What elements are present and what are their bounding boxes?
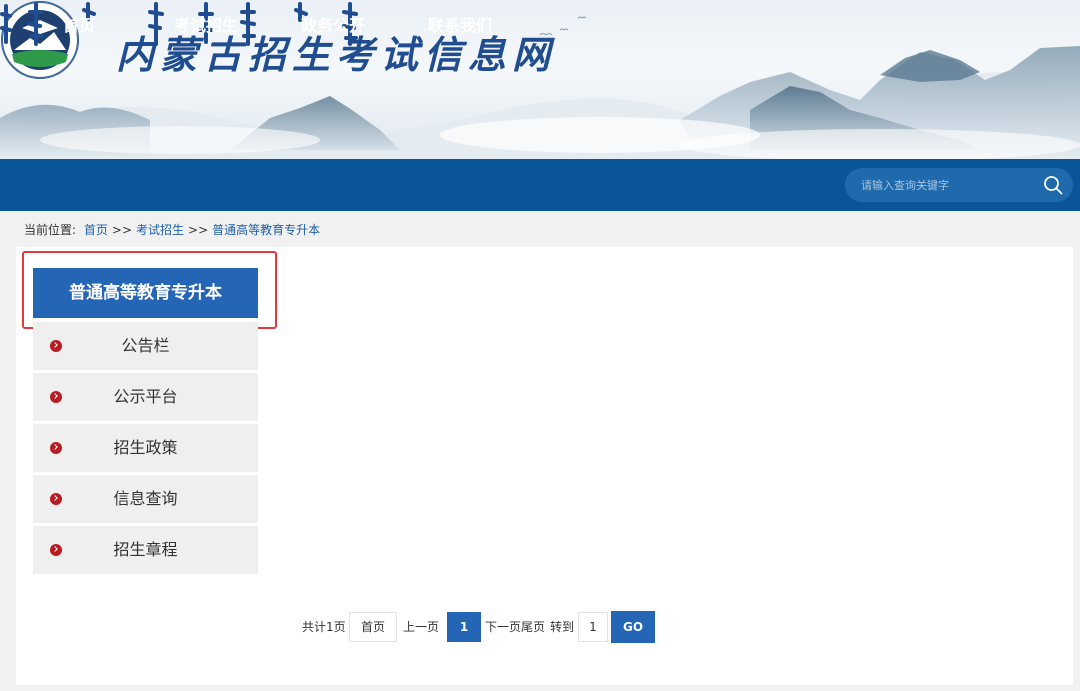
sidebar-item-label: 信息查询 (113, 489, 178, 508)
sidebar-item-admission-policy[interactable]: 招生政策 (33, 424, 258, 472)
pagination-prev-button[interactable]: 上一页 (403, 612, 439, 642)
breadcrumb-prefix: 当前位置: (24, 223, 77, 237)
search-box (845, 168, 1073, 202)
pagination-next-last-links[interactable]: 下一页尾页 (485, 612, 545, 642)
sidebar-item-admission-rules[interactable]: 招生章程 (33, 526, 258, 574)
pagination-goto-label: 转到 (550, 620, 575, 634)
sidebar-item-info-query[interactable]: 信息查询 (33, 475, 258, 523)
breadcrumb-separator: >> (188, 223, 209, 237)
sidebar-item-notice-board[interactable]: 公告栏 (33, 322, 258, 370)
search-icon[interactable] (1043, 175, 1063, 195)
sidebar-item-public-platform[interactable]: 公示平台 (33, 373, 258, 421)
pagination-current-page[interactable]: 1 (447, 612, 481, 642)
pagination-go-button[interactable]: GO (611, 611, 655, 643)
breadcrumb-link-home[interactable]: 首页 (84, 223, 108, 237)
pagination-first-button[interactable]: 首页 (349, 612, 397, 642)
breadcrumb-link-current[interactable]: 普通高等教育专升本 (212, 223, 320, 237)
sidebar-item-label: 招生章程 (113, 540, 178, 559)
nav-item-exam-admission[interactable]: 考试招生 (174, 0, 238, 52)
nav-item-government-affairs[interactable]: 政务公开 (301, 0, 365, 52)
breadcrumb-link-exam-admission[interactable]: 考试招生 (136, 223, 184, 237)
sidebar-item-label: 公告栏 (121, 336, 170, 355)
sidebar-item-label: 招生政策 (113, 438, 178, 457)
pagination-total: 共计1页 (302, 620, 346, 634)
nav-item-home[interactable]: 首页 (63, 0, 95, 52)
sidebar-item-label: 公示平台 (113, 387, 178, 406)
breadcrumb: 当前位置: 首页 >> 考试招生 >> 普通高等教育专升本 (24, 222, 320, 238)
breadcrumb-separator: >> (111, 223, 132, 237)
sidebar-title[interactable]: 普通高等教育专升本 (33, 268, 258, 318)
pagination-goto-input[interactable] (578, 612, 608, 642)
header-banner: 内蒙古招生考试信息网 (0, 0, 1080, 159)
search-input[interactable] (861, 168, 1039, 202)
nav-item-contact-us[interactable]: 联系我们 (428, 0, 492, 52)
